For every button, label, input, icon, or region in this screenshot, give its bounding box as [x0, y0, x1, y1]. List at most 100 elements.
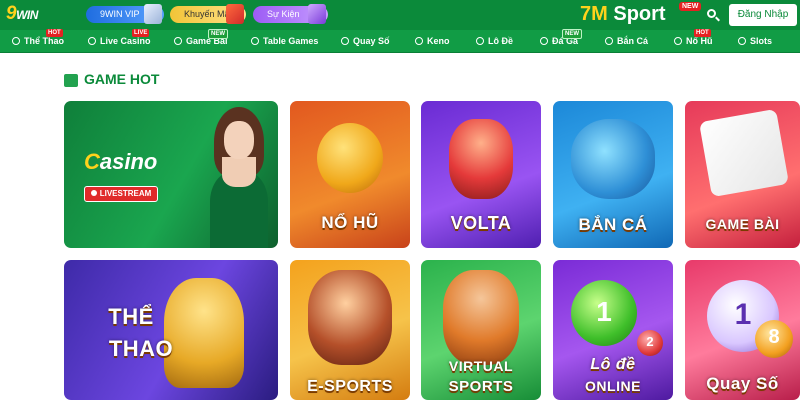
slots-icon: [738, 37, 746, 45]
nav-item-ban-ca[interactable]: Bắn Cá: [605, 30, 648, 53]
promo-vip-label: 9WIN VIP: [100, 9, 140, 19]
top-header: 9WIN 9WIN VIP Khuyến Mãi Sự Kiện 7M Spor…: [0, 0, 800, 30]
brand-sport: Sport: [613, 3, 666, 25]
search-button[interactable]: [702, 4, 724, 26]
nav-item-da-ga[interactable]: Đá Gà NEW: [540, 29, 582, 53]
nav-item-label: Nổ Hũ: [686, 36, 713, 46]
live-badge: LIVE: [132, 29, 150, 37]
nav-item-label: Live Casino: [100, 36, 151, 46]
livestream-badge: LIVESTREAM: [84, 186, 158, 202]
diamond-icon: [144, 4, 162, 24]
promo-khuyen-mai[interactable]: Khuyến Mãi: [170, 4, 246, 24]
card-label: VOLTA: [450, 213, 512, 233]
lo-de-line2: ONLINE: [585, 378, 641, 394]
nav-item-label: Quay Số: [353, 36, 390, 46]
keno-icon: [415, 37, 423, 45]
lottery-ball-small: 2: [637, 330, 663, 356]
nav-item-game-bai[interactable]: Game Bài NEW: [174, 29, 228, 53]
jackpot-icon: [674, 37, 682, 45]
live-dot-icon: [90, 190, 97, 196]
trophy-image: [164, 278, 244, 388]
promo-9win-vip[interactable]: 9WIN VIP: [86, 4, 164, 24]
section-title: GAME HOT: [65, 71, 159, 89]
section-title-text: GAME HOT: [84, 71, 160, 87]
brand-7m-sport[interactable]: 7M Sport: [580, 3, 666, 26]
virtual-line2: SPORTS: [448, 378, 514, 395]
ball-number-orange: 8: [768, 326, 780, 348]
the-thao-line2: THAO: [108, 336, 174, 361]
search-icon-handle: [715, 16, 720, 22]
promo-su-kien[interactable]: Sự Kiện: [253, 4, 328, 24]
hero-character-image: [308, 270, 392, 365]
cards-icon: [174, 37, 182, 45]
logo-text: WIN: [16, 8, 38, 22]
game-card-e-sports[interactable]: E-SPORTS: [290, 260, 410, 400]
game-card-ban-ca[interactable]: BẮN CÁ: [553, 101, 673, 248]
nav-item-live-casino[interactable]: Live Casino LIVE: [88, 29, 151, 53]
ball-number: 1: [596, 296, 612, 327]
nav-item-the-thao[interactable]: Thể Thao HOT: [12, 29, 64, 53]
hot-badge: HOT: [46, 29, 63, 37]
nav-item-label: Bắn Cá: [617, 36, 649, 46]
ball-number-small: 2: [646, 334, 654, 349]
playing-cards-image: [698, 108, 790, 198]
hot-badge: HOT: [694, 29, 711, 37]
gold-bag-image: [317, 123, 383, 193]
login-button[interactable]: Đăng Nhập: [729, 4, 797, 26]
site-logo[interactable]: 9WIN: [6, 3, 68, 27]
new-badge: NEW: [208, 29, 228, 39]
the-thao-line1: THỂ: [108, 304, 154, 329]
nav-item-label: Keno: [427, 36, 450, 46]
main-nav: Thể Thao HOT Live Casino LIVE Game Bài N…: [0, 29, 800, 53]
nav-item-keno[interactable]: Keno: [415, 30, 450, 53]
game-card-no-hu[interactable]: NỔ HŨ: [290, 101, 410, 248]
fish-icon: [605, 37, 613, 45]
casino-title: Casino: [84, 149, 157, 175]
nav-item-label: Table Games: [263, 36, 319, 46]
rooster-icon: [540, 37, 548, 45]
card-label: BẮN CÁ: [578, 215, 648, 234]
livestream-label: LIVESTREAM: [99, 189, 152, 198]
casino-title-c: C: [84, 149, 100, 174]
soccer-ball-icon: [12, 37, 20, 45]
nav-item-table-games[interactable]: Table Games: [251, 30, 318, 53]
nav-item-lo-de[interactable]: Lô Đề: [476, 30, 513, 53]
dealer-image: [204, 107, 274, 248]
game-card-casino[interactable]: Casino LIVESTREAM: [64, 101, 278, 248]
football-player-image: [449, 119, 513, 199]
card-label: Quay Số: [706, 374, 779, 393]
dealer-neck: [222, 157, 256, 187]
lottery-ball-image: 1: [571, 280, 637, 346]
game-card-lo-de[interactable]: 1 2 Lô đề ONLINE: [553, 260, 673, 400]
shark-image: [571, 119, 655, 199]
nav-item-slots[interactable]: Slots: [738, 30, 772, 53]
game-card-virtual-sports[interactable]: VIRTUAL SPORTS: [421, 260, 541, 400]
lottery-ball-orange: 8: [755, 320, 793, 358]
nav-item-quay-so[interactable]: Quay Số: [341, 30, 390, 53]
event-gift-icon: [308, 4, 326, 24]
game-card-game-bai[interactable]: GAME BÀI: [685, 101, 800, 248]
casino-title-rest: asino: [99, 149, 158, 174]
nav-item-label: Slots: [750, 36, 773, 46]
athlete-image: [443, 270, 519, 365]
nav-item-no-hu[interactable]: Nổ Hũ HOT: [674, 29, 713, 53]
logo-number: 9: [6, 3, 17, 24]
game-card-volta[interactable]: VOLTA: [421, 101, 541, 248]
brand-new-badge: NEW: [679, 2, 702, 11]
card-label: GAME BÀI: [705, 216, 780, 232]
lo-de-icon: [476, 37, 484, 45]
new-badge: NEW: [562, 29, 582, 39]
nav-item-label: Thể Thao: [24, 36, 64, 46]
lo-de-line1: Lô đề: [590, 356, 636, 373]
card-label: NỔ HŨ: [321, 213, 379, 232]
game-card-the-thao[interactable]: THỂ THAO: [64, 260, 278, 400]
card-label: E-SPORTS: [307, 378, 393, 395]
game-card-quay-so[interactable]: 1 8 Quay Số: [685, 260, 800, 400]
lottery-icon: [341, 37, 349, 45]
nav-item-label: Lô Đề: [488, 36, 514, 46]
table-games-icon: [251, 37, 259, 45]
gift-icon: [226, 4, 244, 24]
promo-khuyen-mai-label: Khuyến Mãi: [184, 9, 232, 19]
dealer-face: [224, 121, 254, 159]
brand-7m: 7M: [580, 3, 608, 25]
